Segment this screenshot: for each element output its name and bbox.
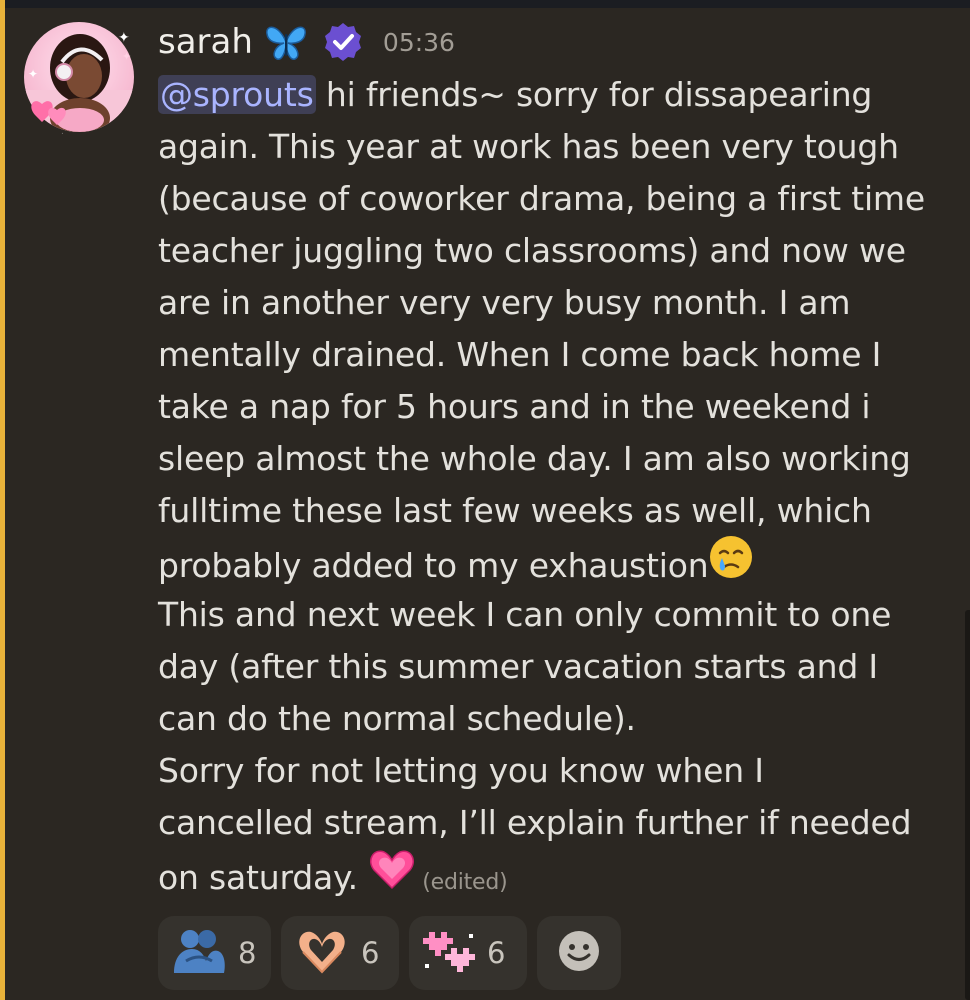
message-header: sarah 05:36	[158, 18, 455, 66]
people-hugging-icon	[172, 927, 226, 979]
reaction-count: 8	[238, 936, 257, 970]
reaction-count: 6	[361, 936, 380, 970]
pixel-hearts-icon	[423, 928, 475, 978]
message-line: cancelled stream, I’ll explain further i…	[158, 803, 912, 842]
scrollbar[interactable]	[965, 610, 970, 1000]
message-line: day (after this summer vacation starts a…	[158, 647, 878, 686]
add-reaction-icon	[557, 929, 601, 977]
message-content: @sprouts hi friends~ sorry for dissapear…	[158, 69, 953, 901]
message-line: fulltime these last few weeks as well, w…	[158, 491, 872, 530]
avatar-image: ✦ ✦ ✦ ✦	[24, 22, 134, 143]
edited-label: (edited)	[422, 870, 508, 895]
heart-hands-icon	[295, 926, 349, 980]
message-text: on saturday.	[158, 858, 369, 897]
username[interactable]: sarah	[158, 22, 253, 62]
reaction-pixel-hearts[interactable]: 6	[409, 916, 527, 990]
message-line: @sprouts hi friends~ sorry for dissapear…	[158, 69, 953, 121]
message-line: sleep almost the whole day. I am also wo…	[158, 439, 911, 478]
message-line: Sorry for not letting you know when I	[158, 751, 764, 790]
message-line: on saturday. (edited)	[158, 849, 953, 901]
message-line: probably added to my exhaustion	[158, 536, 953, 589]
message-line: take a nap for 5 hours and in the weeken…	[158, 387, 871, 426]
verified-badge-icon[interactable]	[323, 22, 363, 62]
message-line: can do the normal schedule).	[158, 699, 636, 738]
message-line: again. This year at work has been very t…	[158, 127, 899, 166]
message-line: mentally drained. When I come back home …	[158, 335, 882, 374]
svg-text:✦: ✦	[122, 50, 131, 63]
message-line: (because of coworker drama, being a firs…	[158, 179, 925, 218]
message-line: teacher juggling two classrooms) and now…	[158, 231, 906, 270]
growing-heart-icon	[368, 846, 416, 907]
butterfly-icon	[263, 22, 309, 62]
message-timestamp[interactable]: 05:36	[383, 28, 455, 57]
reactions-bar: 8 6 6	[158, 916, 621, 990]
reaction-people-hugging[interactable]: 8	[158, 916, 271, 990]
message-line: are in another very very busy month. I a…	[158, 283, 851, 322]
svg-text:✦: ✦	[118, 30, 130, 46]
svg-text:✦: ✦	[58, 132, 66, 134]
svg-text:✦: ✦	[28, 67, 38, 81]
avatar[interactable]: ✦ ✦ ✦ ✦	[22, 20, 136, 143]
user-mention[interactable]: @sprouts	[158, 75, 316, 114]
reaction-heart-hands[interactable]: 6	[281, 916, 399, 990]
crying-face-icon	[708, 534, 754, 595]
message-highlight-bar	[0, 0, 5, 1000]
message-text: probably added to my exhaustion	[158, 546, 709, 585]
reaction-count: 6	[487, 936, 506, 970]
top-bar	[0, 0, 970, 8]
message-text: hi friends~ sorry for dissapearing	[315, 75, 873, 114]
message-line: This and next week I can only commit to …	[158, 595, 892, 634]
add-reaction-button[interactable]	[537, 916, 621, 990]
